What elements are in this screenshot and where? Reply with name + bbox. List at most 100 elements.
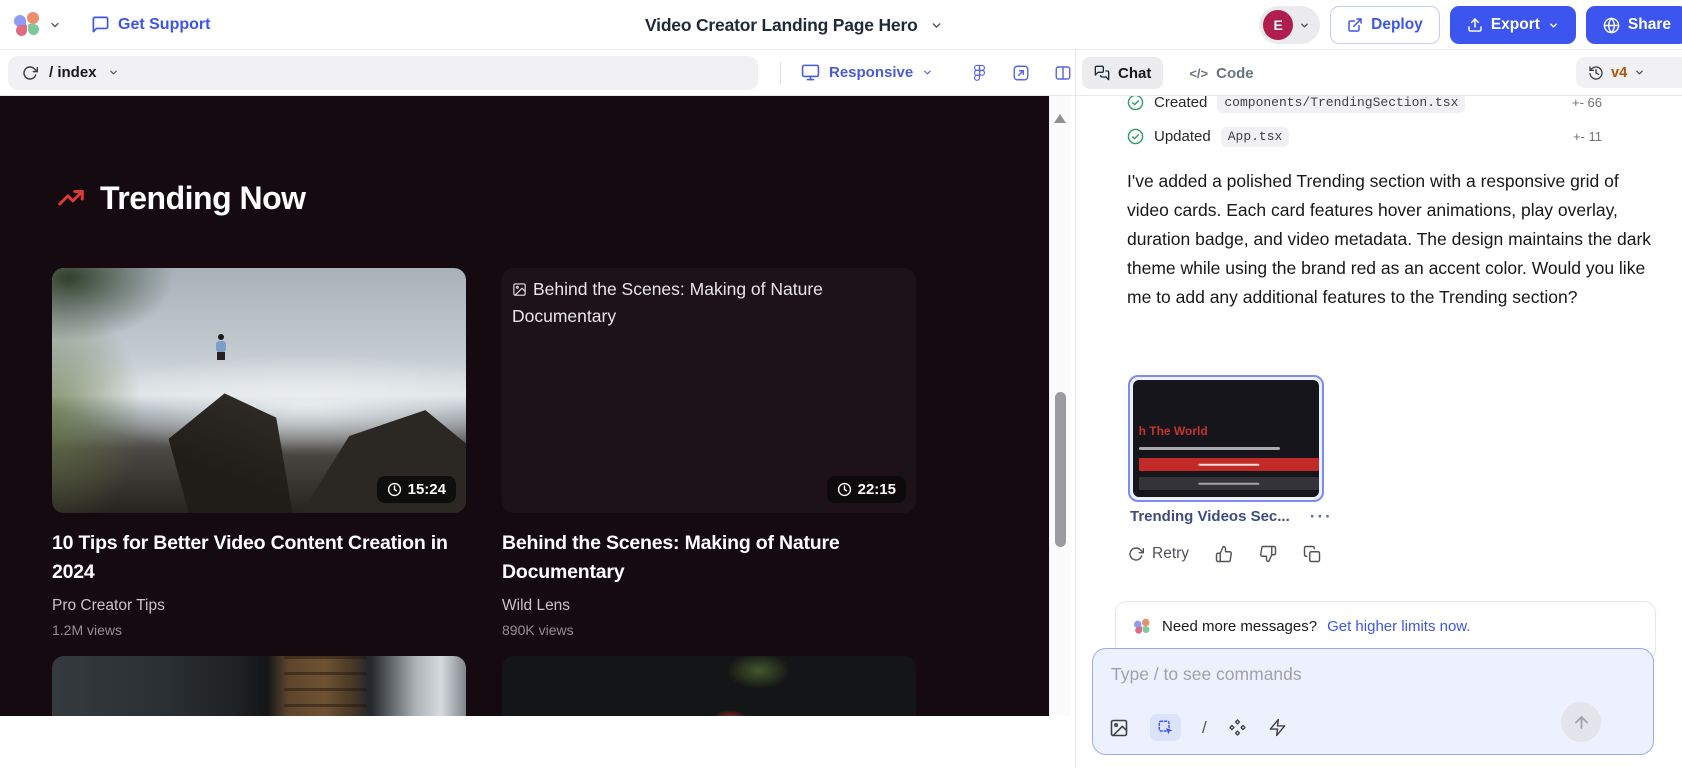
clock-icon	[387, 482, 402, 497]
video-views: 1.2M views	[52, 622, 466, 638]
refresh-icon[interactable]	[22, 65, 38, 81]
video-card[interactable]	[502, 656, 916, 716]
check-circle-icon	[1127, 96, 1144, 111]
chevron-down-icon	[49, 19, 61, 31]
select-element-button[interactable]	[1150, 714, 1181, 741]
share-button[interactable]: Share	[1586, 6, 1682, 44]
section-title: Trending Now	[100, 180, 306, 217]
attachment-preview: h The World	[1133, 380, 1319, 497]
device-mode-selector[interactable]: Responsive	[801, 63, 933, 82]
account-menu[interactable]: E	[1259, 6, 1320, 44]
attachment-subtext-line	[1139, 447, 1280, 450]
deploy-button[interactable]: Deploy	[1330, 6, 1440, 44]
image-alt-text: Behind the Scenes: Making of Nature Docu…	[512, 276, 852, 330]
chevron-down-icon	[1548, 20, 1559, 31]
route-path: / index	[49, 64, 97, 81]
video-channel: Wild Lens	[502, 597, 916, 615]
thumbnail-photo	[502, 656, 916, 716]
deploy-label: Deploy	[1371, 16, 1423, 34]
integrations-icon[interactable]	[1228, 718, 1247, 737]
attach-image-button[interactable]	[1109, 718, 1129, 738]
video-thumbnail[interactable]: Behind the Scenes: Making of Nature Docu…	[502, 268, 916, 513]
chevron-down-icon	[1634, 67, 1645, 78]
video-card[interactable]: Behind the Scenes: Making of Nature Docu…	[502, 268, 916, 638]
scroll-up-arrow[interactable]	[1054, 114, 1066, 123]
get-support-link[interactable]: Get Support	[91, 15, 210, 34]
pane-divider[interactable]	[1075, 50, 1076, 768]
photographer-figure	[216, 334, 226, 360]
chat-bubble-icon	[91, 15, 110, 34]
url-bar[interactable]: / index	[8, 56, 758, 90]
duration-badge: 22:15	[827, 476, 906, 503]
broken-image-icon	[512, 282, 527, 297]
figma-icon[interactable]	[971, 64, 988, 81]
diff-count: +- 11	[1573, 129, 1602, 144]
duration-text: 22:15	[858, 481, 896, 498]
chevron-down-icon	[1299, 20, 1310, 31]
message-actions: Retry	[1128, 545, 1321, 563]
video-thumbnail[interactable]	[502, 656, 916, 716]
figma-make-logo-icon	[1134, 619, 1145, 635]
split-view-icon[interactable]	[1054, 64, 1072, 82]
video-title: Behind the Scenes: Making of Nature Docu…	[502, 529, 904, 586]
version-history-button[interactable]: v4	[1576, 57, 1682, 88]
change-action: Updated	[1154, 128, 1211, 145]
attachment-secondary-button	[1139, 477, 1319, 490]
file-chip[interactable]: App.tsx	[1221, 127, 1290, 147]
scrollbar-thumb[interactable]	[1055, 392, 1066, 547]
thumbs-up-button[interactable]	[1215, 545, 1233, 563]
chat-input[interactable]	[1111, 664, 1593, 685]
video-title: 10 Tips for Better Video Content Creatio…	[52, 529, 454, 586]
panel-tabs: Chat </> Code	[1082, 50, 1254, 96]
retry-button[interactable]: Retry	[1128, 545, 1189, 563]
app-preview: Trending Now 15:24 10 Tips for Better Vi…	[0, 96, 1049, 716]
chevron-down-icon	[922, 67, 933, 78]
chat-input-box[interactable]: /	[1092, 648, 1654, 755]
video-card[interactable]: 15:24 10 Tips for Better Video Content C…	[52, 268, 466, 638]
duration-text: 15:24	[408, 481, 446, 498]
export-button[interactable]: Export	[1450, 6, 1576, 44]
copy-button[interactable]	[1303, 545, 1321, 563]
device-mode-label: Responsive	[829, 64, 913, 81]
select-cursor-icon	[1157, 719, 1175, 737]
diff-count: +- 66	[1572, 96, 1602, 110]
more-options-button[interactable]: ···	[1310, 512, 1333, 522]
send-button[interactable]	[1561, 702, 1601, 742]
file-change-events: Created components/TrendingSection.tsx +…	[1127, 96, 1602, 157]
video-card-grid: 15:24 10 Tips for Better Video Content C…	[52, 268, 916, 716]
app-logo-menu[interactable]	[14, 12, 61, 37]
export-label: Export	[1491, 16, 1540, 34]
quick-actions-icon[interactable]	[1268, 718, 1287, 737]
history-icon	[1588, 65, 1604, 81]
code-icon: </>	[1189, 66, 1208, 81]
video-thumbnail[interactable]: 15:24	[52, 268, 466, 513]
change-action: Created	[1154, 96, 1207, 111]
trending-section-header: Trending Now	[56, 180, 306, 217]
preview-scrollbar[interactable]	[1049, 96, 1070, 716]
assistant-message: I've added a polished Trending section w…	[1127, 167, 1659, 312]
clock-icon	[837, 482, 852, 497]
edit-attachment-thumbnail[interactable]: h The World	[1128, 375, 1324, 502]
toolbar-divider	[780, 62, 781, 84]
retry-label: Retry	[1152, 545, 1189, 563]
arrow-up-icon	[1572, 713, 1591, 732]
app-header: Get Support Video Creator Landing Page H…	[0, 0, 1682, 50]
get-higher-limits-link[interactable]: Get higher limits now.	[1327, 618, 1470, 635]
tab-chat-label: Chat	[1118, 65, 1151, 82]
slash-command-button[interactable]: /	[1202, 718, 1207, 738]
video-card[interactable]	[52, 656, 466, 716]
thumbs-down-button[interactable]	[1259, 545, 1277, 563]
tab-code[interactable]: </> Code	[1189, 65, 1253, 82]
attachment-label[interactable]: Trending Videos Sec...	[1130, 508, 1290, 525]
upload-icon	[1467, 17, 1483, 33]
thumbnail-photo	[52, 656, 466, 716]
tab-chat[interactable]: Chat	[1082, 57, 1163, 89]
video-channel: Pro Creator Tips	[52, 597, 466, 615]
project-title: Video Creator Landing Page Hero	[645, 15, 918, 36]
open-in-new-icon[interactable]	[1012, 64, 1030, 82]
file-chip[interactable]: components/TrendingSection.tsx	[1217, 96, 1465, 113]
video-thumbnail[interactable]	[52, 656, 466, 716]
project-title-menu[interactable]: Video Creator Landing Page Hero	[645, 0, 943, 50]
monitor-icon	[801, 63, 820, 82]
duration-badge: 15:24	[377, 476, 456, 503]
